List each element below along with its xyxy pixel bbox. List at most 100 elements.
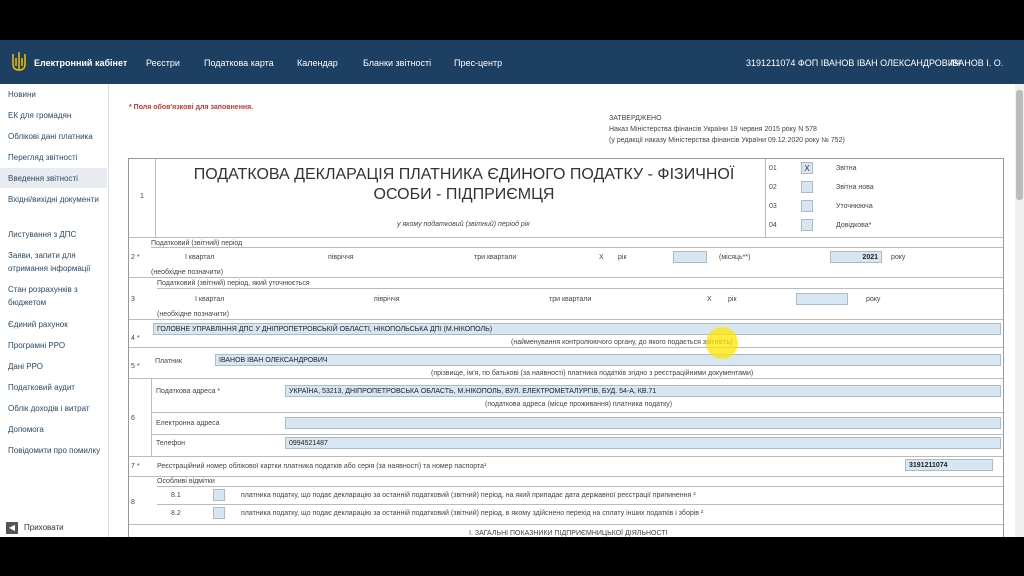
- doc-type-code: 02: [769, 184, 777, 191]
- corrected-year-input[interactable]: [796, 293, 848, 305]
- user-account-link[interactable]: 3191211074 ФОП ІВАНОВ ІВАН ОЛЕКСАНДРОВИЧ: [746, 58, 960, 68]
- sidebar-item-correspondence[interactable]: Листування з ДПС: [8, 228, 104, 241]
- top-navbar: Електронний кабінет Реєстри Податкова ка…: [0, 40, 1024, 84]
- tax-authority-input[interactable]: ГОЛОВНЕ УПРАВЛІННЯ ДПС У ДНІПРОПЕТРОВСЬК…: [153, 323, 1001, 335]
- payer-label: Платник: [155, 358, 182, 365]
- mark-8-2-checkbox[interactable]: [213, 507, 225, 519]
- doc-type-label: Звітна: [836, 165, 857, 172]
- declaration-form: 1 ПОДАТКОВА ДЕКЛАРАЦІЯ ПЛАТНИКА ЄДИНОГО …: [128, 158, 1004, 537]
- row-number: 4 *: [131, 335, 140, 342]
- approved-edition: (у редакції наказу Міністерства фінансів…: [609, 137, 845, 144]
- sidebar-item-documents[interactable]: Вхідні/вихідні документи: [8, 193, 104, 206]
- corrected-period-label: Податковий (звітний) період, який уточню…: [157, 280, 310, 287]
- user-short-name[interactable]: ІВАНОВ І. О.: [950, 58, 1003, 68]
- row-number: 2 *: [131, 254, 140, 261]
- nav-calendar[interactable]: Календар: [297, 58, 338, 68]
- period-q3-label: три квартали: [474, 254, 517, 261]
- row-number: 6: [131, 415, 135, 422]
- registration-number-input[interactable]: 3191211074: [905, 459, 993, 471]
- brand-link[interactable]: Електронний кабінет: [34, 58, 127, 68]
- corrected-note: (необхідне позначити): [157, 311, 230, 318]
- trident-logo-icon[interactable]: [10, 50, 28, 74]
- row-number: 5 *: [131, 363, 140, 370]
- corrected-year-mark[interactable]: X: [707, 296, 712, 303]
- mark-8-1-number: 8.1: [171, 492, 181, 499]
- doc-type-code: 01: [769, 165, 777, 172]
- section-1-title: І. ЗАГАЛЬНІ ПОКАЗНИКИ ПІДПРИЄМНИЦЬКОЇ ДІ…: [469, 530, 668, 537]
- nav-registers[interactable]: Реєстри: [146, 58, 180, 68]
- sidebar-item-requests[interactable]: Заяви, запити для отримання інформації: [8, 249, 104, 275]
- approved-title: ЗАТВЕРДЖЕНО: [609, 115, 662, 122]
- sidebar-item-help[interactable]: Допомога: [8, 423, 104, 436]
- sidebar-item-enter-reports[interactable]: Введення звітності: [8, 172, 104, 185]
- sidebar-item-payer-data[interactable]: Облікові дані платника: [8, 130, 104, 143]
- doc-type-checkbox[interactable]: [801, 219, 813, 231]
- period-note: (необхідне позначити): [151, 269, 224, 276]
- payer-caption: (прізвище, ім'я, по батькові (за наявнос…: [431, 370, 754, 377]
- row-number: 1: [140, 193, 144, 200]
- nav-tax-map[interactable]: Податкова карта: [204, 58, 274, 68]
- mark-8-2-number: 8.2: [171, 510, 181, 517]
- chevron-left-icon: ◀: [6, 522, 18, 534]
- registration-number-label: Реєстраційний номер облікової картки пла…: [157, 463, 487, 470]
- nav-report-forms[interactable]: Бланки звітності: [363, 58, 431, 68]
- period-year-input[interactable]: 2021: [830, 251, 882, 263]
- scrollbar-thumb[interactable]: [1016, 90, 1023, 200]
- form-subtitle: у якому податковий (звітний) період рік: [397, 221, 530, 228]
- doc-type-code: 04: [769, 222, 777, 229]
- reporting-period-label: Податковий (звітний) період: [151, 240, 243, 247]
- doc-type-checkbox[interactable]: X: [801, 162, 813, 174]
- mark-8-1-checkbox[interactable]: [213, 489, 225, 501]
- nav-press-center[interactable]: Прес-центр: [454, 58, 502, 68]
- sidebar-item-software-rro[interactable]: Програмні РРО: [8, 339, 104, 352]
- sidebar-item-budget-status[interactable]: Стан розрахунків з бюджетом: [8, 283, 104, 309]
- sidebar-item-rro-data[interactable]: Дані РРО: [8, 360, 104, 373]
- sidebar-item-report-error[interactable]: Повідомити про помилку: [8, 444, 104, 457]
- approved-order: Наказ Міністерства фінансів України 19 ч…: [609, 126, 817, 133]
- mark-8-1-text: платника податку, що подає декларацію за…: [241, 492, 696, 499]
- cursor-highlight: [706, 327, 738, 359]
- phone-label: Телефон: [156, 440, 186, 447]
- email-input[interactable]: [285, 417, 1001, 429]
- collapse-sidebar-button[interactable]: ◀ Приховати: [6, 522, 64, 534]
- corrected-half-label: півріччя: [374, 296, 400, 303]
- payer-name-input[interactable]: ІВАНОВ ІВАН ОЛЕКСАНДРОВИЧ: [215, 354, 1001, 366]
- tax-address-label: Податкова адреса *: [156, 388, 221, 395]
- mark-8-2-text: платника податку, що подає декларацію за…: [241, 510, 704, 517]
- period-month-label: (місяць**): [719, 254, 751, 261]
- doc-type-checkbox[interactable]: [801, 181, 813, 193]
- tax-address-input[interactable]: УКРАЇНА, 53213, ДНІПРОПЕТРОВСЬКА ОБЛАСТЬ…: [285, 385, 1001, 397]
- form-title: ПОДАТКОВА ДЕКЛАРАЦІЯ ПЛАТНИКА ЄДИНОГО ПО…: [193, 166, 735, 203]
- app-window: Електронний кабінет Реєстри Податкова ка…: [0, 40, 1024, 537]
- period-year-mark[interactable]: X: [599, 254, 604, 261]
- corrected-year-suffix: року: [866, 296, 881, 303]
- period-year-label: рік: [618, 254, 627, 261]
- doc-type-label: Уточнююча: [836, 203, 873, 210]
- sidebar-item-view-reports[interactable]: Перегляд звітності: [8, 151, 104, 164]
- period-extra-field[interactable]: [673, 251, 707, 263]
- doc-type-label: Довідкова*: [836, 222, 872, 229]
- declaration-page: * Поля обов'язкові для заповнення. ЗАТВЕ…: [109, 84, 1019, 537]
- corrected-year-label: рік: [728, 296, 737, 303]
- sidebar-item-ek-citizens[interactable]: ЕК для громадян: [8, 109, 104, 122]
- corrected-q3-label: три квартали: [549, 296, 592, 303]
- doc-type-label: Звітна нова: [836, 184, 874, 191]
- sidebar-item-income-expense[interactable]: Облік доходів і витрат: [8, 402, 104, 415]
- page-scrollbar[interactable]: [1015, 84, 1024, 537]
- corrected-q1-label: І квартал: [195, 296, 225, 303]
- sidebar-item-news[interactable]: Новини: [8, 88, 104, 101]
- special-marks-label: Особливі відмітки: [157, 478, 215, 485]
- row-number: 7 *: [131, 463, 140, 470]
- sidebar-item-tax-audit[interactable]: Податковий аудит: [8, 381, 104, 394]
- period-q1-label: І квартал: [185, 254, 215, 261]
- tax-authority-caption: (найменування контролюючого органу, до я…: [511, 339, 733, 346]
- sidebar: Новини ЕК для громадян Облікові дані пла…: [0, 84, 109, 537]
- period-year-suffix: року: [891, 254, 906, 261]
- row-number: 8: [131, 499, 135, 506]
- doc-type-checkbox[interactable]: [801, 200, 813, 212]
- doc-type-code: 03: [769, 203, 777, 210]
- required-fields-note: * Поля обов'язкові для заповнення.: [129, 104, 254, 111]
- period-half-label: півріччя: [328, 254, 354, 261]
- sidebar-item-single-account[interactable]: Єдиний рахунок: [8, 318, 104, 331]
- phone-input[interactable]: 0994521487: [285, 437, 1001, 449]
